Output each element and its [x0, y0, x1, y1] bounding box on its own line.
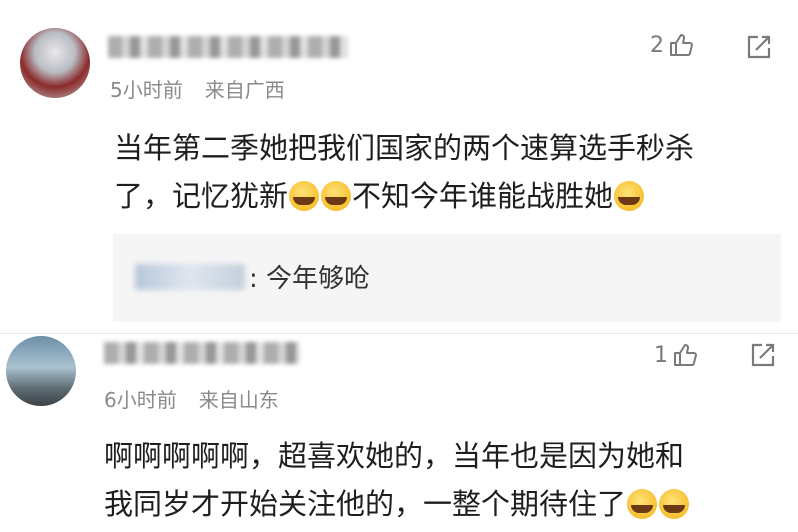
like-count: 1: [654, 342, 668, 368]
username-redacted[interactable]: [108, 36, 348, 58]
comment-text-line: 了，记忆犹新 不知今年谁能战胜她: [114, 172, 694, 220]
comment-time: 5小时前: [110, 78, 183, 102]
like-button[interactable]: 2: [650, 32, 694, 58]
avatar[interactable]: [20, 28, 90, 98]
comment-meta: 6小时前 来自山东: [104, 384, 279, 413]
screaming-joy-icon: [659, 489, 690, 519]
comment-text-line: 当年第二季她把我们国家的两个速算选手秒杀: [114, 131, 695, 165]
like-button[interactable]: 1: [654, 342, 698, 368]
comment-time: 6小时前: [104, 388, 177, 412]
tears-of-joy-icon: [614, 181, 645, 211]
comment-text: 啊啊啊啊啊，超喜欢她的，当年也是因为她和 我同岁才开始关注他的，一整个期待住了: [104, 432, 690, 528]
avatar[interactable]: [6, 336, 76, 406]
screaming-joy-icon: [627, 489, 658, 519]
tears-of-joy-icon: [289, 181, 320, 211]
share-button[interactable]: [750, 342, 776, 368]
tears-of-joy-icon: [321, 181, 352, 211]
divider: [0, 333, 798, 334]
reply-text: : 今年够呛: [249, 264, 371, 294]
comment-text-line: 我同岁才开始关注他的，一整个期待住了: [104, 480, 690, 528]
thumbs-up-icon: [668, 32, 694, 58]
comment-meta: 5小时前 来自广西: [110, 74, 285, 103]
reply-preview[interactable]: : 今年够呛: [113, 234, 781, 322]
like-count: 2: [650, 32, 664, 58]
comment-text: 当年第二季她把我们国家的两个速算选手秒杀 了，记忆犹新 不知今年谁能战胜她: [114, 124, 694, 220]
thumbs-up-icon: [672, 342, 698, 368]
comment-text-line: 啊啊啊啊啊，超喜欢她的，当年也是因为她和: [104, 439, 685, 473]
share-icon: [747, 35, 771, 59]
comment-location: 来自广西: [204, 78, 285, 102]
share-icon: [751, 343, 775, 367]
share-button[interactable]: [746, 34, 772, 60]
username-redacted[interactable]: [104, 342, 300, 364]
comment-location: 来自山东: [198, 388, 279, 412]
reply-username-redacted: [135, 264, 245, 290]
